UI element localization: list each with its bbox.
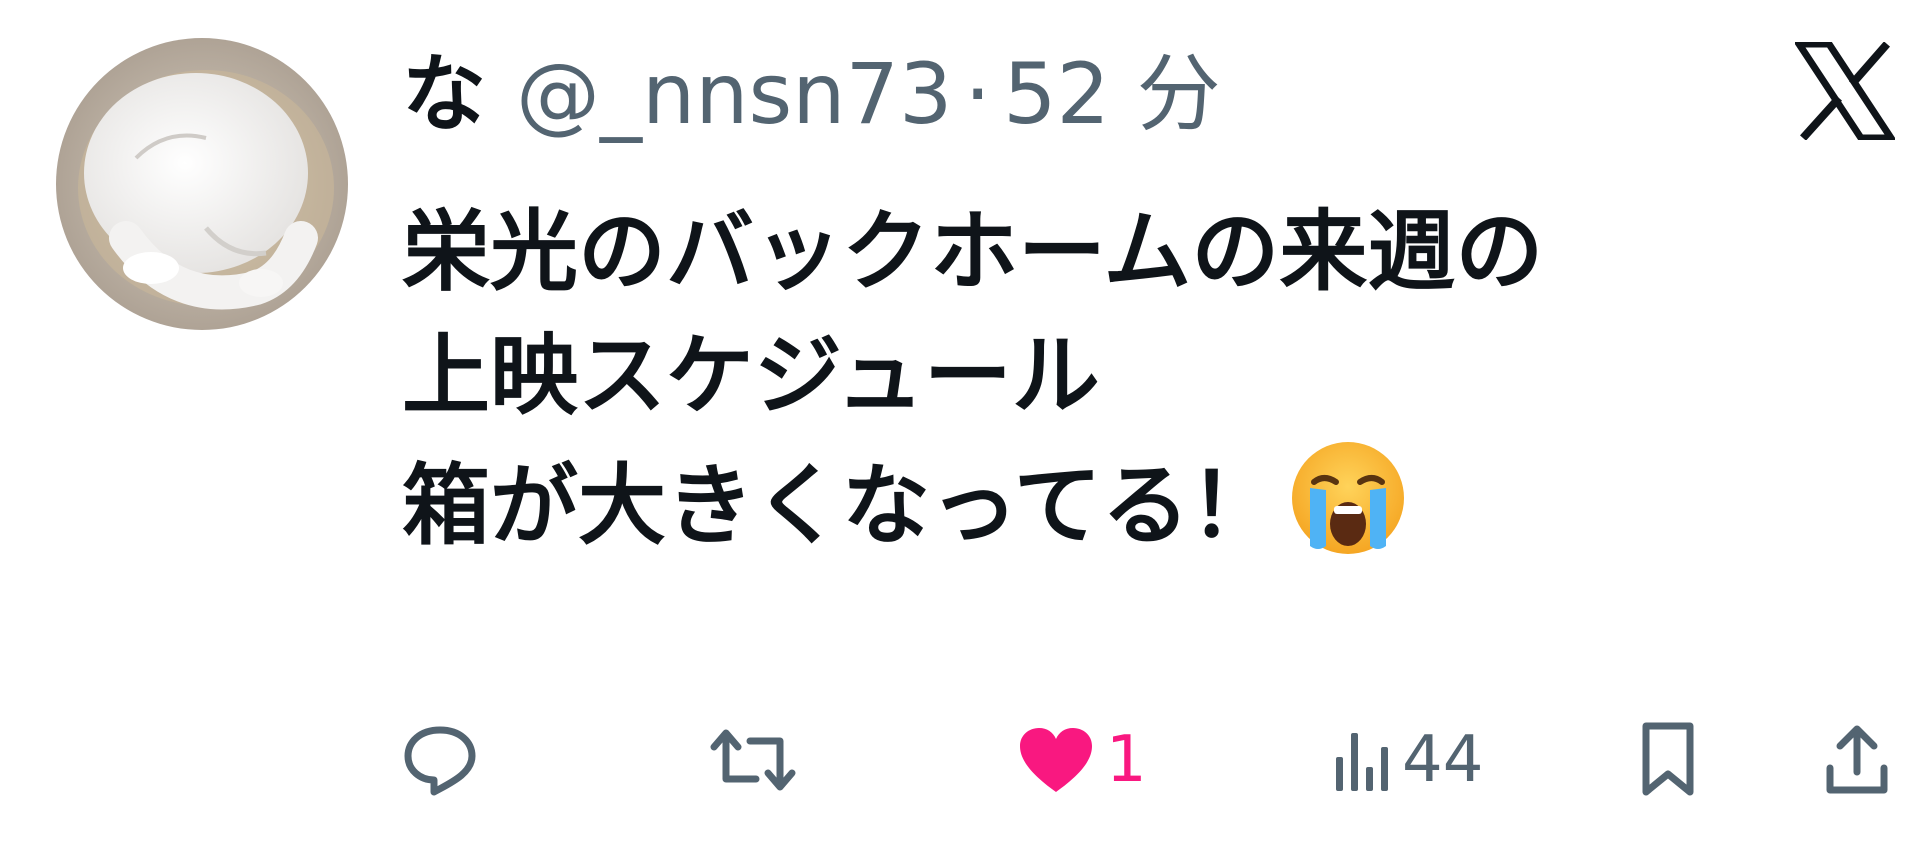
tweet-header: な @_nnsn73 · 52 分 [402,38,1221,150]
tweet-timestamp[interactable]: 52 分 [1003,52,1221,136]
tweet-actions: 1 44 [0,720,1920,800]
x-logo-icon[interactable] [1792,40,1898,142]
share-button[interactable] [1824,720,1890,800]
tweet-text: 栄光のバックホームの来週の 上映スケジュール 箱が大きくなってる！ [402,190,1902,568]
views-bar-chart-icon [1332,727,1390,793]
like-count: 1 [1106,723,1147,797]
reply-button[interactable] [402,720,490,800]
reply-bubble-icon [402,724,478,796]
avatar-cat-image [56,38,348,330]
like-button[interactable]: 1 [1018,720,1147,800]
retweet-button[interactable] [710,720,808,800]
views-count: 44 [1402,723,1484,797]
tweet-card[interactable]: な @_nnsn73 · 52 分 栄光のバックホームの来週の 上映スケジュール… [0,0,1920,857]
header-separator: · [964,45,992,143]
heart-filled-icon [1018,726,1094,794]
share-upload-icon [1824,724,1890,796]
display-name[interactable]: な [402,52,486,136]
bookmark-button[interactable] [1640,720,1696,800]
loudly-crying-face-icon [1288,438,1408,558]
retweet-icon [710,727,796,793]
tweet-text-line: 上映スケジュール [402,324,1100,427]
tweet-text-line: 箱が大きくなってる！ [402,454,1278,557]
tweet-text-line-with-emoji: 箱が大きくなってる！ [402,438,1902,568]
bookmark-icon [1640,722,1696,798]
avatar[interactable] [56,38,348,330]
user-handle[interactable]: @_nnsn73 [516,52,952,136]
views-button[interactable]: 44 [1332,720,1483,800]
tweet-text-line: 栄光のバックホームの来週の [402,200,1544,303]
